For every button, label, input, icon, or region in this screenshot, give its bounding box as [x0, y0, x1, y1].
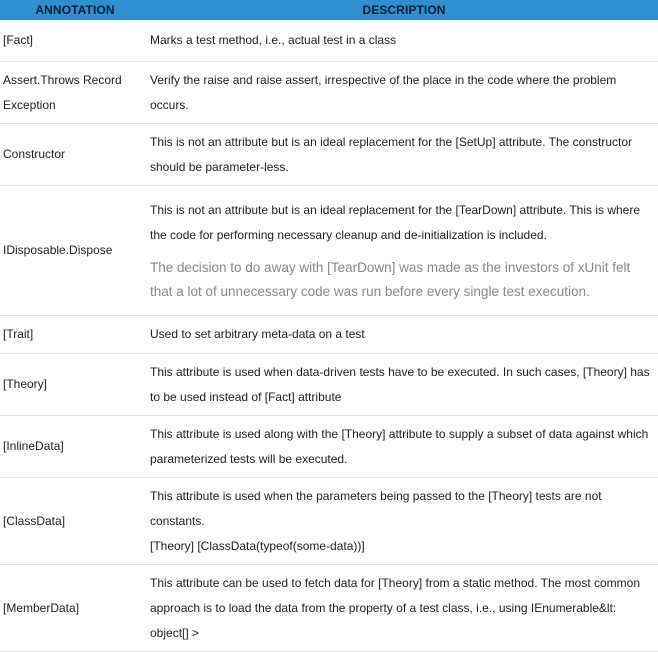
- description-text: This attribute is used when the paramete…: [150, 488, 602, 528]
- header-description: DESCRIPTION: [362, 3, 446, 17]
- quote-note: The decision to do away with [TearDown] …: [150, 259, 631, 299]
- description-cell: This attribute is used when the paramete…: [150, 478, 658, 564]
- annotation-cell: [Theory]: [3, 377, 48, 391]
- annotation-cell: Assert.Throws Record Exception: [3, 72, 122, 112]
- table-row-memberdata: [MemberData] This attribute can be used …: [0, 565, 658, 652]
- description-text: Verify the raise and raise assert, irres…: [150, 72, 617, 112]
- annotation-cell: IDisposable.Dispose: [3, 243, 113, 257]
- annotation-cell: Constructor: [3, 147, 66, 161]
- header-annotation: ANNOTATION: [35, 3, 115, 17]
- annotation-cell: [Trait]: [3, 327, 34, 341]
- description-text: This is not an attribute but is an ideal…: [150, 134, 633, 174]
- annotation-cell: [MemberData]: [3, 600, 80, 615]
- description-cell: Used to set arbitrary meta-data on a tes…: [150, 316, 658, 353]
- description-cell: This attribute is used along with the [T…: [150, 416, 658, 477]
- description-cell: Marks a test method, i.e., actual test i…: [150, 20, 658, 61]
- table-row-classdata: [ClassData] This attribute is used when …: [0, 478, 658, 565]
- description-text: This attribute can be used to fetch data…: [150, 575, 641, 640]
- table-header: ANNOTATION DESCRIPTION: [0, 0, 658, 20]
- description-cell: This is not an attribute but is an ideal…: [150, 124, 658, 185]
- description-cell: This attribute is used when data-driven …: [150, 354, 658, 415]
- code-example: [Theory] [ClassData(typeof(some-data))]: [150, 538, 365, 553]
- description-cell: This attribute can be used to fetch data…: [150, 565, 658, 651]
- annotation-cell: [ClassData]: [3, 513, 66, 528]
- table-row-idisposable: IDisposable.Dispose This is not an attri…: [0, 186, 658, 316]
- table-row-theory: [Theory] This attribute is used when dat…: [0, 354, 658, 416]
- table-row-inlinedata: [InlineData] This attribute is used alon…: [0, 416, 658, 478]
- table-row-constructor: Constructor This is not an attribute but…: [0, 124, 658, 186]
- description-text: Marks a test method, i.e., actual test i…: [150, 33, 397, 47]
- description-cell: This is not an attribute but is an ideal…: [150, 186, 658, 315]
- annotations-table: ANNOTATION DESCRIPTION [Fact] Marks a te…: [0, 0, 658, 652]
- table-row-trait: [Trait] Used to set arbitrary meta-data …: [0, 316, 658, 354]
- description-text: Used to set arbitrary meta-data on a tes…: [150, 327, 365, 341]
- description-text: This attribute is used when data-driven …: [150, 364, 650, 404]
- table-row-fact: [Fact] Marks a test method, i.e., actual…: [0, 20, 658, 62]
- annotation-cell: [Fact]: [3, 33, 34, 47]
- table-row-assert-throws: Assert.Throws Record Exception Verify th…: [0, 62, 658, 124]
- description-text: This is not an attribute but is an ideal…: [150, 202, 641, 242]
- description-text: This attribute is used along with the [T…: [150, 426, 649, 466]
- description-cell: Verify the raise and raise assert, irres…: [150, 62, 658, 123]
- annotation-cell: [InlineData]: [3, 439, 64, 453]
